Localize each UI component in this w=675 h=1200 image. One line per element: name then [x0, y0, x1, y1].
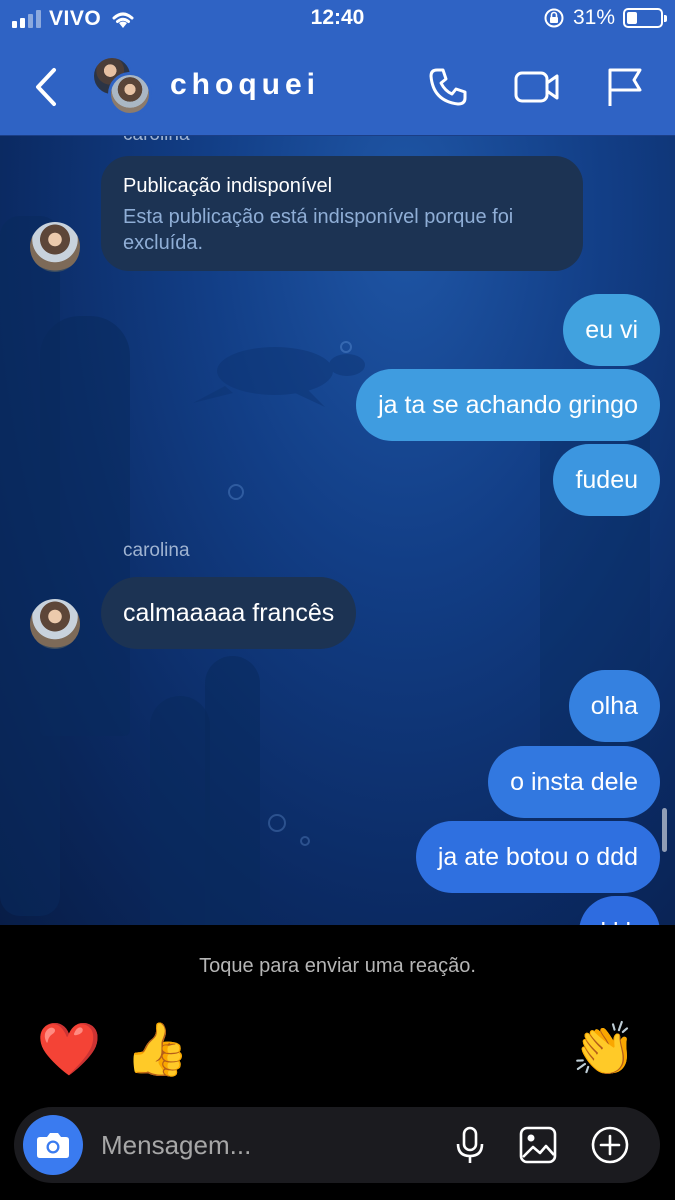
sender-name: carolina	[123, 540, 190, 561]
status-bar: VIVO 12:40 31%	[0, 0, 675, 38]
message-composer	[14, 1107, 660, 1183]
background-decoration	[228, 484, 244, 500]
chat-header: choquei	[0, 50, 675, 128]
unavailable-post-card[interactable]: Publicação indisponível Esta publicação …	[101, 156, 583, 271]
message-bubble[interactable]: kkk	[578, 896, 660, 925]
reaction-laughing[interactable]: 😂	[482, 1020, 548, 1080]
phone-icon[interactable]	[425, 64, 471, 110]
status-right: 31%	[543, 6, 667, 30]
message-bubble[interactable]: olha	[568, 670, 660, 742]
bottom-panel: Toque para enviar uma reação. ❤️ 👍 😢 😍 😮…	[0, 925, 675, 1200]
reaction-heart[interactable]: ❤️	[36, 1020, 102, 1080]
plus-circle-icon[interactable]	[590, 1125, 630, 1165]
background-decoration	[205, 656, 260, 925]
message-input[interactable]	[101, 1107, 421, 1183]
battery-percent: 31%	[572, 6, 615, 29]
chat-title[interactable]: choquei	[170, 68, 320, 102]
battery-level	[627, 12, 637, 24]
background-decoration	[300, 836, 310, 846]
avatar[interactable]	[30, 599, 80, 649]
post-description: Esta publicação está indisponível porque…	[123, 206, 514, 254]
scrollbar[interactable]	[662, 808, 667, 852]
orientation-lock-icon	[544, 8, 564, 28]
background-decoration	[340, 341, 352, 353]
message-bubble[interactable]: ja ate botou o ddd	[415, 821, 660, 893]
chat-thread[interactable]: carolina Publicação indisponível Esta pu…	[0, 136, 675, 925]
camera-icon	[37, 1133, 69, 1158]
message-bubble[interactable]: o insta dele	[488, 746, 660, 818]
message-bubble[interactable]: ja ta se achando gringo	[356, 369, 660, 441]
reaction-bar: ❤️ 👍 😢 😍 😮 😂 👏	[36, 1020, 646, 1080]
group-avatar[interactable]	[92, 56, 154, 116]
top-bar: VIVO 12:40 31% choquei	[0, 0, 675, 136]
video-camera-icon[interactable]	[513, 64, 559, 110]
reaction-surprised[interactable]: 😮	[392, 1020, 458, 1080]
post-title: Publicação indisponível	[123, 175, 333, 197]
microphone-icon[interactable]	[450, 1125, 490, 1165]
image-icon[interactable]	[518, 1125, 558, 1165]
battery-icon	[623, 8, 667, 28]
chevron-left-icon[interactable]	[28, 62, 68, 112]
reaction-heart-eyes[interactable]: 😍	[302, 1020, 368, 1080]
background-decoration	[150, 696, 210, 925]
reaction-thumbs-up[interactable]: 👍	[124, 1020, 190, 1080]
background-decoration	[268, 814, 286, 832]
reaction-clapping[interactable]: 👏	[571, 1020, 637, 1080]
sender-name: carolina	[123, 136, 190, 146]
avatar	[108, 72, 152, 116]
background-decoration	[0, 216, 60, 916]
reaction-crying[interactable]: 😢	[213, 1020, 279, 1080]
message-bubble[interactable]: eu vi	[563, 294, 660, 366]
camera-button[interactable]	[23, 1115, 83, 1175]
flag-icon[interactable]	[602, 64, 648, 110]
avatar[interactable]	[30, 222, 80, 272]
reaction-hint: Toque para enviar uma reação.	[199, 955, 476, 977]
message-bubble[interactable]: fudeu	[553, 444, 660, 516]
message-bubble[interactable]: calmaaaaa francês	[101, 577, 357, 649]
